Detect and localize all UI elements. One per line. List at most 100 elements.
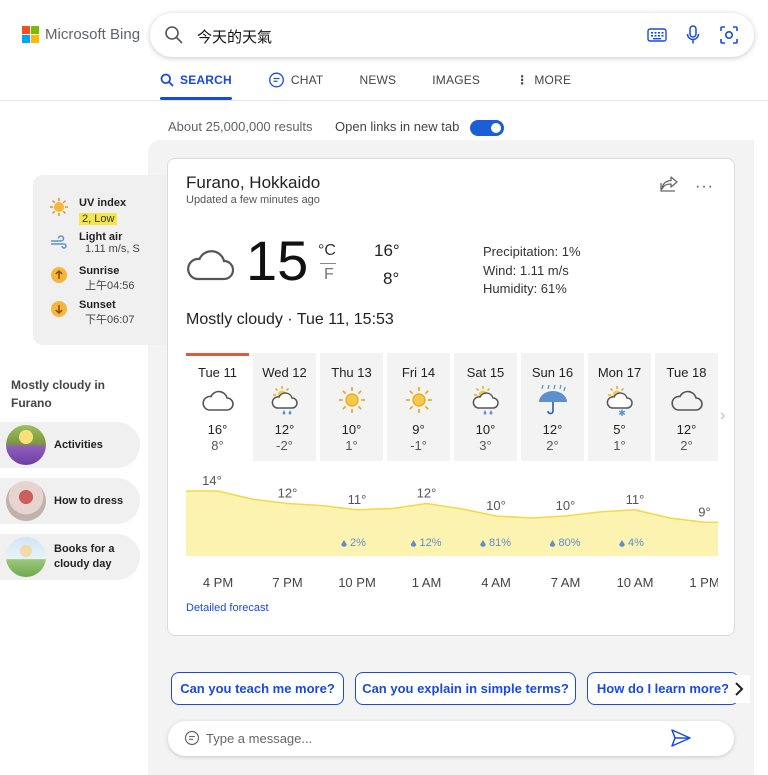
search-box[interactable]: 今天的天氣 xyxy=(150,13,754,57)
temperature-label: 12° xyxy=(417,486,437,501)
forecast-day-low: 8° xyxy=(211,438,224,453)
forecast-day-low: 1° xyxy=(345,438,358,453)
time-tick-label: 7 PM xyxy=(272,575,302,590)
suggestion-button-teach[interactable]: Can you teach me more? xyxy=(171,672,344,705)
search-icon[interactable] xyxy=(164,25,184,50)
tab-news-label: NEWS xyxy=(359,73,397,87)
microphone-icon[interactable] xyxy=(682,24,704,46)
message-input[interactable]: Type a message... xyxy=(168,721,734,756)
forecast-day-high: 10° xyxy=(341,422,362,437)
time-tick-label: 4 PM xyxy=(203,575,233,590)
forecast-day-name: Sat 15 xyxy=(466,365,505,380)
tab-search[interactable]: SEARCH xyxy=(160,66,232,100)
more-options-icon[interactable]: ··· xyxy=(695,178,714,196)
share-icon[interactable] xyxy=(659,175,679,198)
forecast-day-name: Wed 12 xyxy=(262,365,307,380)
time-tick-label: 1 PM xyxy=(689,575,718,590)
brand-name: Microsoft Bing xyxy=(45,26,141,43)
temperature-label: 11° xyxy=(348,492,367,507)
forecast-day[interactable]: Tue 11 16° 8° xyxy=(186,353,249,461)
precipitation-label: 2% xyxy=(350,537,366,549)
forecast-day-name: Fri 14 xyxy=(401,365,436,380)
forecast-day[interactable]: Sun 16 12° 2° xyxy=(521,353,584,461)
forecast-day-high: 12° xyxy=(542,422,563,437)
suggestion-button-learn[interactable]: How do I learn more? xyxy=(587,672,739,705)
books-thumbnail xyxy=(6,537,46,577)
forecast-day-low: 1° xyxy=(613,438,626,453)
weather-stats: Precipitation: 1% Wind: 1.11 m/s Humidit… xyxy=(483,243,581,299)
time-tick-label: 10 PM xyxy=(338,575,376,590)
keyboard-icon[interactable] xyxy=(646,24,668,46)
forecast-day-name: Tue 11 xyxy=(197,365,238,380)
precipitation-label: 81% xyxy=(489,537,511,549)
wind-icon xyxy=(51,235,67,249)
temperature-label: 12° xyxy=(278,486,298,501)
high-temperature: 16° xyxy=(374,241,400,260)
weather-details-panel: UV index 2, Low Light air 1.11 m/s, S Su… xyxy=(33,175,173,345)
forecast-day[interactable]: Tue 18 12° 2° xyxy=(655,353,718,461)
cloud-icon xyxy=(184,245,235,288)
suggestion-pill-activities[interactable]: Activities xyxy=(0,422,140,468)
bing-logo[interactable]: Microsoft Bing xyxy=(22,26,140,43)
tab-search-label: SEARCH xyxy=(180,73,232,87)
time-tick-label: 1 AM xyxy=(412,575,442,590)
tab-more-label: MORE xyxy=(534,73,572,87)
open-links-label: Open links in new tab xyxy=(335,119,460,134)
search-input[interactable]: 今天的天氣 xyxy=(197,26,272,47)
chevron-right-icon[interactable]: › xyxy=(720,407,725,425)
forecast-day-low: 3° xyxy=(479,438,492,453)
sun-icon xyxy=(387,382,450,418)
tab-chat-label: CHAT xyxy=(290,73,324,87)
forecast-day-high: 16° xyxy=(207,422,228,437)
sun-cloud-rain-icon xyxy=(253,382,316,418)
suggestion-button-explain[interactable]: Can you explain in simple terms? xyxy=(355,672,576,705)
forecast-day-high: 12° xyxy=(274,422,295,437)
wind: Wind: 1.11 m/s xyxy=(483,262,569,278)
humidity: Humidity: 61% xyxy=(483,281,567,296)
forecast-day-high: 12° xyxy=(676,422,697,437)
forecast-day[interactable]: Thu 13 10° 1° xyxy=(320,353,383,461)
unit-fahrenheit[interactable]: F xyxy=(324,266,334,284)
forecast-day[interactable]: Mon 17 ✱ 5° 1° xyxy=(588,353,651,461)
sunset-title: Sunset xyxy=(79,299,116,311)
sunset-icon xyxy=(51,301,67,317)
tab-chat[interactable]: CHAT xyxy=(268,66,324,94)
sunrise-title: Sunrise xyxy=(79,265,120,277)
forecast-day[interactable]: Fri 14 9° -1° xyxy=(387,353,450,461)
forecast-day[interactable]: Sat 15 10° 3° xyxy=(454,353,517,461)
chevron-right-icon xyxy=(735,682,744,696)
message-placeholder: Type a message... xyxy=(206,731,313,746)
forecast-day-high: 9° xyxy=(412,422,425,437)
activities-label: Activities xyxy=(54,438,103,451)
temperature-label: 10° xyxy=(486,498,506,513)
unit-celsius[interactable]: °C xyxy=(318,242,336,260)
suggestion-pill-how-to-dress[interactable]: How to dress xyxy=(0,478,140,524)
time-tick-label: 4 AM xyxy=(481,575,511,590)
send-icon[interactable] xyxy=(670,728,692,753)
detailed-forecast-link[interactable]: Detailed forecast xyxy=(186,602,269,614)
sunrise-icon xyxy=(51,267,67,283)
how-to-dress-label: How to dress xyxy=(54,494,124,507)
sun-cloud-snow-icon: ✱ xyxy=(588,382,651,418)
forecast-day-low: 2° xyxy=(546,438,559,453)
forecast-day-low: -2° xyxy=(276,438,293,453)
suggestion-pill-books[interactable]: Books for a cloudy day xyxy=(0,534,140,580)
hourly-temperature-chart: 14° 4 PM 12° 7 PM 11° 10 PM 2% 12° 1 AM 12% 10° 4 A… xyxy=(186,473,718,590)
weather-condition: Mostly cloudy · Tue 11, 15:53 xyxy=(186,311,394,328)
tab-more[interactable]: ⋮ MORE xyxy=(516,66,571,94)
weather-card: Furano, Hokkaido Updated a few minutes a… xyxy=(167,158,735,636)
chat-bubble-icon xyxy=(184,730,200,751)
unit-divider xyxy=(320,263,336,264)
visual-search-icon[interactable] xyxy=(718,24,740,46)
forecast-day-name: Tue 18 xyxy=(666,365,707,380)
precipitation-label: 80% xyxy=(559,537,581,549)
sunset-row: Sunset 下午06:07 xyxy=(49,299,135,327)
forecast-day[interactable]: Wed 12 12° -2° xyxy=(253,353,316,461)
daily-forecast: Tue 11 16° 8° Wed 12 12° -2° Thu 13 10° 1° Fri 14… xyxy=(186,353,718,461)
open-links-toggle[interactable] xyxy=(470,120,504,136)
suggestions-next-arrow[interactable] xyxy=(728,675,750,703)
side-header: Mostly cloudy in Furano xyxy=(11,378,106,410)
tab-images[interactable]: IMAGES xyxy=(432,66,480,94)
forecast-day-high: 5° xyxy=(613,422,626,437)
tab-news[interactable]: NEWS xyxy=(359,66,396,94)
